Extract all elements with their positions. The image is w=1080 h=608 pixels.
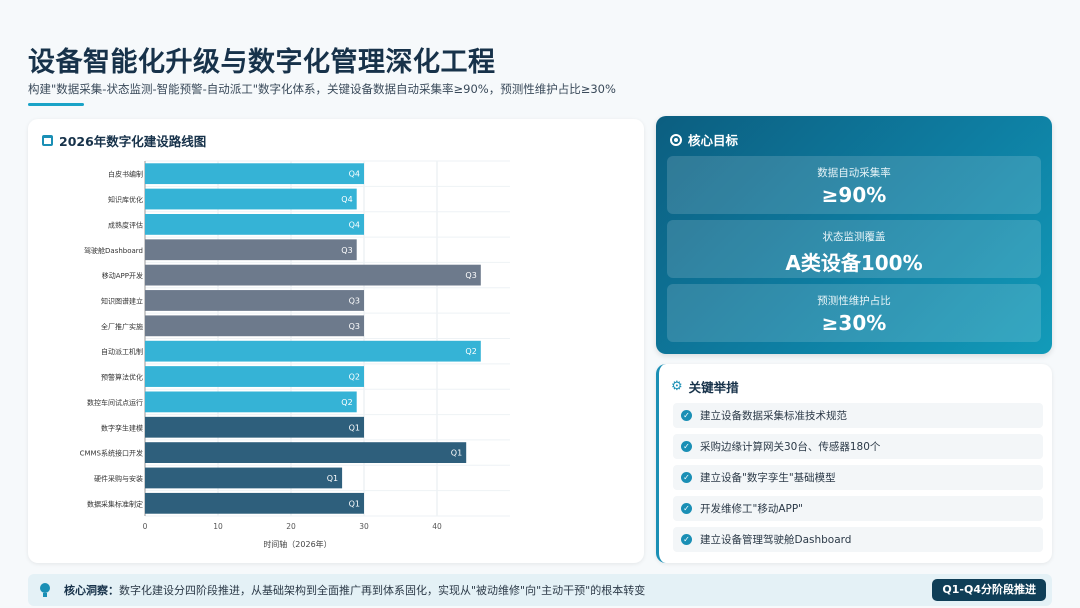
y-tick-label: 成熟度评估 <box>108 220 143 229</box>
measure-item: ✓ 采购边缘计算网关30台、传感器180个 <box>673 434 1043 459</box>
bar-label: Q1 <box>349 423 360 432</box>
y-tick-label: 数控车间试点运行 <box>87 398 143 407</box>
goal-item: 数据自动采集率 ≥90% <box>667 156 1041 214</box>
check-icon: ✓ <box>681 441 692 452</box>
title-accent-divider <box>28 103 84 106</box>
roadmap-chart-card: 0 10 20 30 40 Q4 白皮书编制 Q4 知识库优化 Q4 成熟度评估 Q3 驾驶舱Dashb… <box>28 119 644 563</box>
x-tick-label: 10 <box>213 522 223 531</box>
y-tick-label: 数字孪生建模 <box>101 423 143 432</box>
measure-item: ✓ 建立设备数据采集标准技术规范 <box>673 403 1043 428</box>
bar-label: Q2 <box>341 398 352 407</box>
bar-label: Q3 <box>465 271 476 280</box>
check-icon: ✓ <box>681 503 692 514</box>
check-icon: ✓ <box>681 534 692 545</box>
core-goals-card: 核心目标 数据自动采集率 ≥90% 状态监测覆盖 A类设备100% 预测性维护占… <box>656 116 1052 354</box>
bar-label: Q3 <box>349 322 360 331</box>
y-tick-label: 全厂推广实施 <box>101 322 143 331</box>
y-tick-label: 移动APP开发 <box>102 271 143 280</box>
goal-item: 预测性维护占比 ≥30% <box>667 284 1041 342</box>
chart-card-title: 2026年数字化建设路线图 <box>59 134 207 149</box>
insight-bar: 核心洞察： 数字化建设分四阶段推进，从基础架构到全面推广再到体系固化，实现从"被… <box>28 574 1052 606</box>
goal-label: 状态监测覆盖 <box>822 231 886 243</box>
measure-item: ✓ 建立设备管理驾驶舱Dashboard <box>673 527 1043 552</box>
bar <box>145 340 481 362</box>
target-icon <box>670 133 682 146</box>
y-tick-label: 白皮书编制 <box>108 170 143 179</box>
gears-icon: ⚙ <box>671 379 683 394</box>
goal-label: 预测性维护占比 <box>817 295 891 307</box>
bar <box>145 366 364 387</box>
measure-text: 开发维修工"移动APP" <box>700 503 804 515</box>
y-tick-label: 数据采集标准制定 <box>87 499 143 508</box>
insight-text: 数字化建设分四阶段推进，从基础架构到全面推广再到体系固化，实现从"被动维修"向"… <box>119 584 646 597</box>
x-tick-label: 40 <box>432 522 442 531</box>
bar-label: Q1 <box>349 499 360 508</box>
check-icon: ✓ <box>681 472 692 483</box>
goal-item: 状态监测覆盖 A类设备100% <box>667 220 1041 278</box>
bar <box>145 213 364 235</box>
y-tick-label: 驾驶舱Dashboard <box>84 246 143 255</box>
goals-header: 核心目标 <box>670 130 738 149</box>
measures-title: 关键举措 <box>688 380 739 395</box>
phase-badge: Q1-Q4分阶段推进 <box>932 579 1046 601</box>
calendar-icon <box>42 135 53 146</box>
bar <box>145 492 364 514</box>
bar-label: Q2 <box>465 347 476 356</box>
bar <box>145 416 364 438</box>
measure-item: ✓ 建立设备"数字孪生"基础模型 <box>673 465 1043 490</box>
bar <box>145 239 357 261</box>
bar-label: Q1 <box>451 449 462 458</box>
goal-value: ≥90% <box>821 183 887 207</box>
x-tick-label: 0 <box>143 522 148 531</box>
goal-value: ≥30% <box>821 311 887 335</box>
bar <box>145 391 357 413</box>
lightbulb-icon <box>40 583 50 597</box>
measure-text: 建立设备数据采集标准技术规范 <box>700 410 847 422</box>
measures-header: ⚙ 关键举措 <box>671 377 739 396</box>
bar-label: Q1 <box>327 474 338 483</box>
chart-card-header: 2026年数字化建设路线图 <box>42 131 206 150</box>
bar-label: Q4 <box>349 220 360 229</box>
y-tick-label: 自动派工机制 <box>101 347 143 356</box>
measure-text: 建立设备"数字孪生"基础模型 <box>700 472 836 484</box>
bar-label: Q3 <box>341 246 352 255</box>
x-axis-label: 时间轴（2026年） <box>263 539 331 549</box>
bar-label: Q2 <box>349 373 360 382</box>
goal-label: 数据自动采集率 <box>817 167 891 179</box>
page-title: 设备智能化升级与数字化管理深化工程 <box>28 47 496 78</box>
measure-text: 建立设备管理驾驶舱Dashboard <box>700 534 852 546</box>
bar <box>145 264 481 286</box>
x-tick-label: 20 <box>286 522 296 531</box>
goals-title: 核心目标 <box>688 133 739 148</box>
page-subtitle: 构建"数据采集-状态监测-智能预警-自动派工"数字化体系，关键设备数据自动采集率… <box>28 82 616 96</box>
x-tick-label: 30 <box>359 522 369 531</box>
y-tick-label: 预警算法优化 <box>101 373 143 382</box>
roadmap-chart: 0 10 20 30 40 Q4 白皮书编制 Q4 知识库优化 Q4 成熟度评估 Q3 驾驶舱Dashb… <box>80 160 510 549</box>
bar <box>145 467 343 489</box>
goal-value: A类设备100% <box>785 251 923 275</box>
bar-label: Q4 <box>341 195 352 204</box>
bar <box>145 442 467 464</box>
y-tick-label: 知识图谱建立 <box>101 296 143 305</box>
measure-text: 采购边缘计算网关30台、传感器180个 <box>700 441 881 453</box>
y-tick-label: 知识库优化 <box>108 195 143 204</box>
bar <box>145 188 357 210</box>
bar-label: Q4 <box>349 170 360 179</box>
y-tick-label: 硬件采购与安装 <box>94 474 143 483</box>
key-measures-card: ⚙ 关键举措 ✓ 建立设备数据采集标准技术规范 ✓ 采购边缘计算网关30台、传感… <box>656 364 1052 563</box>
insight-label: 核心洞察： <box>64 584 119 597</box>
bar-label: Q3 <box>349 296 360 305</box>
bar <box>145 290 364 311</box>
bar <box>145 163 364 185</box>
check-icon: ✓ <box>681 410 692 421</box>
bar <box>145 315 364 337</box>
measure-item: ✓ 开发维修工"移动APP" <box>673 496 1043 521</box>
y-tick-label: CMMS系统接口开发 <box>80 449 143 458</box>
